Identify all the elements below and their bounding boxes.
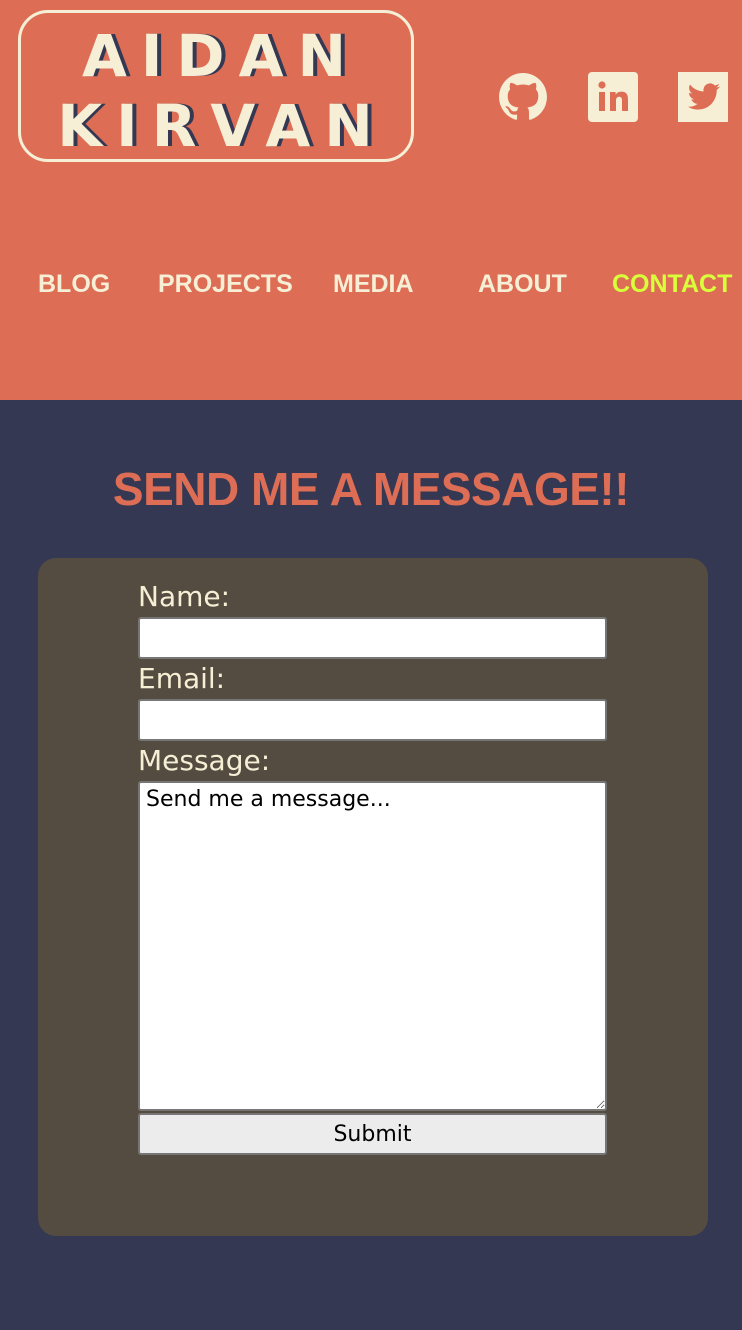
linkedin-link[interactable] bbox=[588, 72, 638, 122]
message-label: Message: bbox=[138, 744, 271, 777]
site-logo[interactable]: AIDAN KIRVAN bbox=[18, 10, 414, 162]
name-label: Name: bbox=[138, 580, 231, 613]
nav-projects[interactable]: PROJECTS bbox=[158, 270, 293, 299]
nav-contact[interactable]: CONTACT bbox=[612, 270, 732, 299]
site-header: AIDAN KIRVAN BLOG PROJECTS MEDIA ABOUT C… bbox=[0, 0, 742, 400]
nav-blog[interactable]: BLOG bbox=[38, 270, 110, 299]
logo-first-name: AIDAN bbox=[81, 22, 361, 90]
submit-button[interactable]: Submit bbox=[138, 1113, 607, 1155]
github-icon bbox=[499, 73, 547, 120]
email-label: Email: bbox=[138, 662, 226, 695]
github-link[interactable] bbox=[498, 72, 548, 122]
message-textarea[interactable] bbox=[138, 781, 607, 1111]
twitter-icon bbox=[678, 72, 728, 122]
logo-last-name: KIRVAN bbox=[57, 92, 387, 160]
nav-about[interactable]: ABOUT bbox=[478, 270, 567, 299]
linkedin-icon bbox=[588, 72, 638, 122]
email-field[interactable] bbox=[138, 699, 607, 741]
page: AIDAN KIRVAN BLOG PROJECTS MEDIA ABOUT C… bbox=[0, 0, 742, 1330]
contact-heading: SEND ME A MESSAGE!! bbox=[112, 463, 630, 515]
twitter-link[interactable] bbox=[678, 72, 728, 122]
nav-media[interactable]: MEDIA bbox=[333, 270, 414, 299]
name-field[interactable] bbox=[138, 617, 607, 659]
